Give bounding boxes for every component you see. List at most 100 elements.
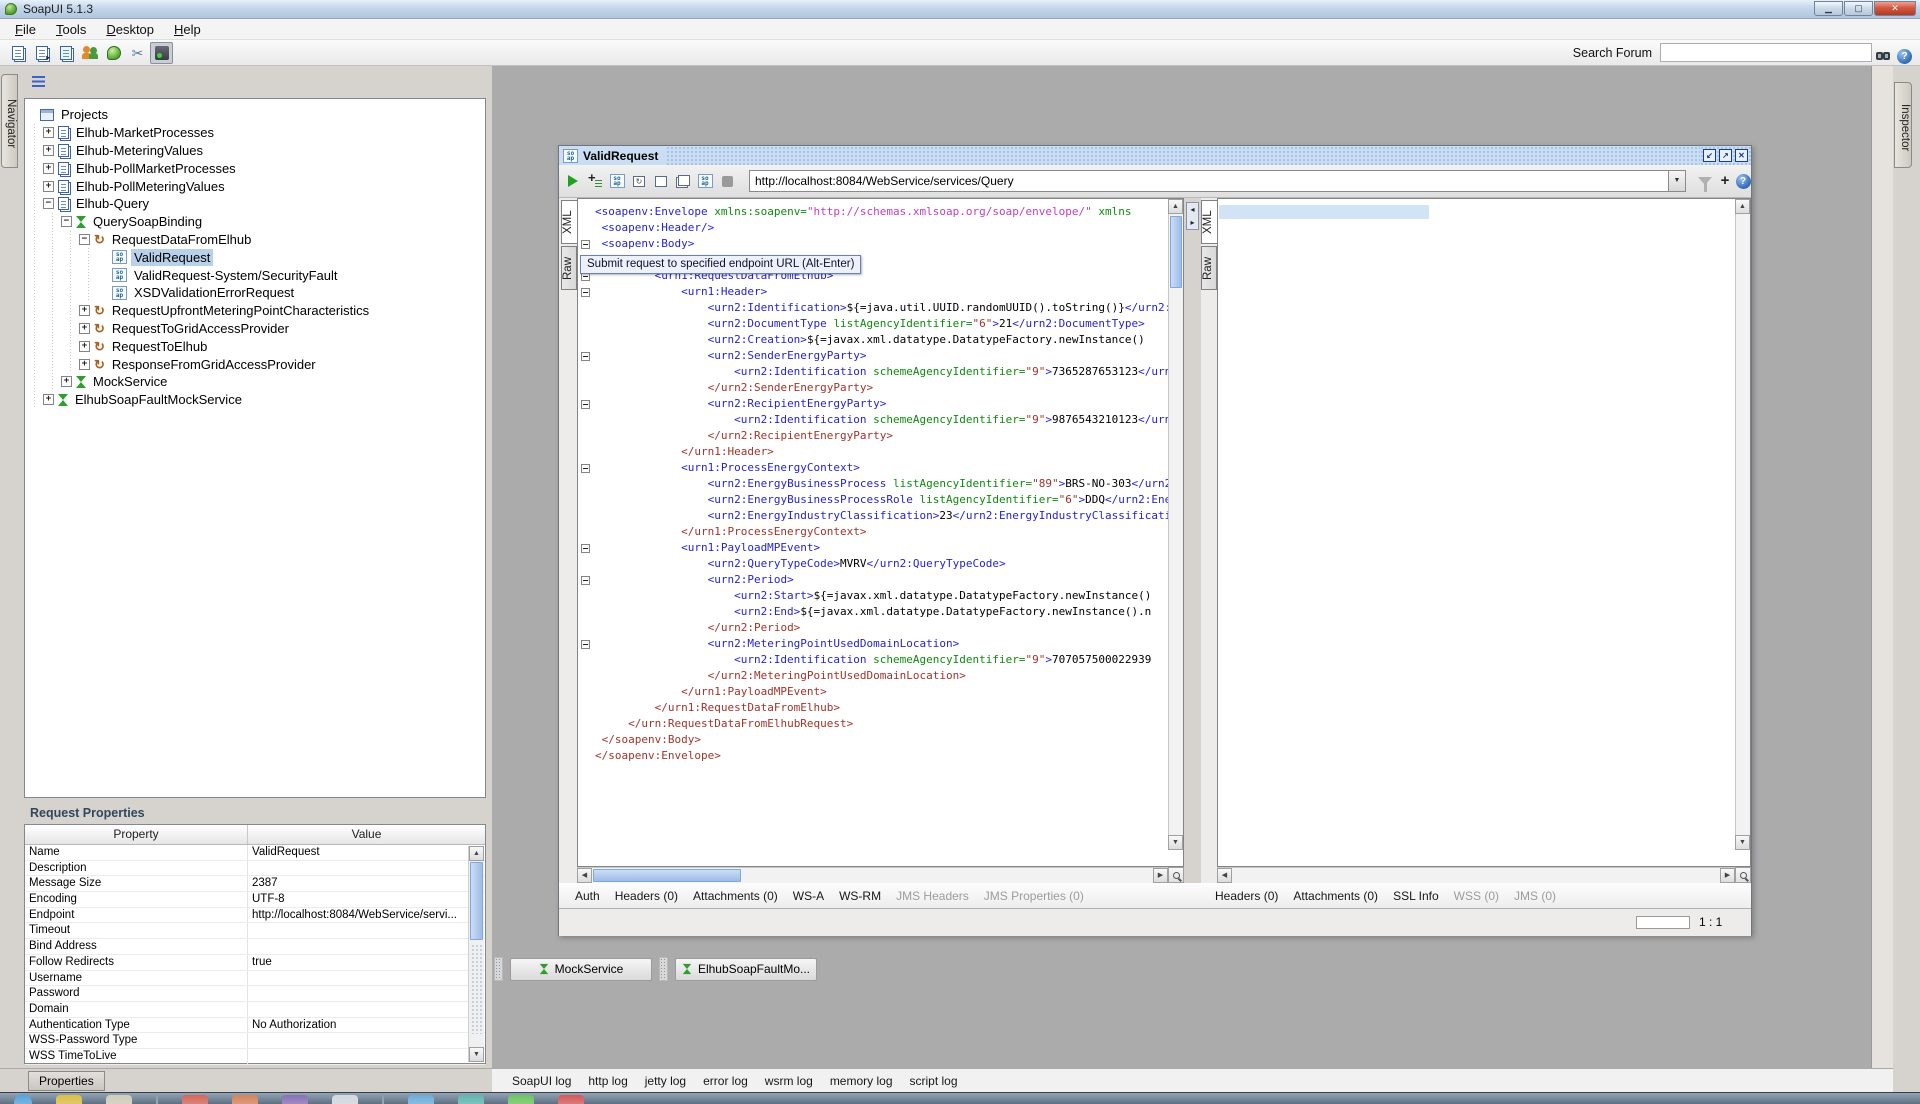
property-row[interactable]: NameValidRequest xyxy=(25,845,485,861)
new-soapui-project-button[interactable] xyxy=(6,42,29,64)
request-vertical-scrollbar[interactable]: ▲ ▼ xyxy=(1168,199,1183,850)
recreate-request-button[interactable] xyxy=(629,171,649,191)
property-value[interactable]: true xyxy=(248,955,485,970)
scroll-left-icon[interactable]: ◀ xyxy=(577,868,592,883)
property-value[interactable] xyxy=(248,971,485,986)
tree-expander[interactable]: + xyxy=(79,341,90,352)
search-forum-input[interactable] xyxy=(1660,43,1872,62)
fold-collapse-icon[interactable] xyxy=(581,640,590,649)
endpoint-dropdown-button[interactable]: ▼ xyxy=(1669,170,1686,192)
add-endpoint-button[interactable]: + xyxy=(1715,171,1735,191)
clone-request-button[interactable] xyxy=(673,171,693,191)
property-value[interactable]: No Authorization xyxy=(248,1018,485,1033)
request-xml-tab[interactable]: XML xyxy=(561,200,577,244)
tree-item[interactable]: +↻RequestToGridAccessProvider xyxy=(25,320,485,338)
inspector-drawer-tab[interactable]: Inspector xyxy=(1894,82,1912,168)
property-value[interactable]: UTF-8 xyxy=(248,892,485,907)
add-to-testcase-button[interactable] xyxy=(585,171,605,191)
scrollbar-track[interactable] xyxy=(471,944,482,1034)
property-row[interactable]: Follow Redirectstrue xyxy=(25,955,485,971)
create-request-button[interactable]: soap xyxy=(607,171,627,191)
property-value[interactable] xyxy=(248,939,485,954)
response-tab-ssl-info[interactable]: SSL Info xyxy=(1393,889,1439,903)
response-zoom-button[interactable] xyxy=(1735,867,1751,883)
search-button[interactable] xyxy=(1871,45,1894,67)
tree-item[interactable]: soapXSDValidationErrorRequest xyxy=(25,284,485,302)
endpoint-url-input[interactable]: http://localhost:8084/WebService/service… xyxy=(749,170,1669,192)
fold-collapse-icon[interactable] xyxy=(581,288,590,297)
request-horizontal-scrollbar[interactable]: ◀ ▶ xyxy=(577,867,1168,883)
property-row[interactable]: EncodingUTF-8 xyxy=(25,892,485,908)
menu-item-help[interactable]: Help xyxy=(165,20,210,39)
scroll-right-icon[interactable]: ▶ xyxy=(1153,868,1168,883)
scroll-up-icon[interactable]: ▲ xyxy=(1735,199,1750,214)
tree-item[interactable]: +ElhubSoapFaultMockService xyxy=(25,391,485,409)
float-window-icon[interactable]: ↗ xyxy=(1719,149,1732,162)
properties-scrollbar[interactable]: ▲ ▼ xyxy=(468,846,484,1062)
app-icon[interactable] xyxy=(332,1095,358,1104)
scroll-down-icon[interactable]: ▼ xyxy=(1168,835,1183,850)
help-button[interactable]: ? xyxy=(1893,45,1916,67)
request-help-button[interactable]: ? xyxy=(1733,171,1753,191)
window-drag-handle[interactable] xyxy=(494,957,503,981)
scroll-up-icon[interactable]: ▲ xyxy=(469,846,484,861)
tree-item[interactable]: soapValidRequest xyxy=(25,248,485,266)
menu-item-file[interactable]: File xyxy=(6,20,45,39)
app-icon[interactable] xyxy=(558,1095,584,1104)
tree-item[interactable]: soapValidRequest-System/SecurityFault xyxy=(25,266,485,284)
app-icon[interactable] xyxy=(56,1095,82,1104)
response-xml-editor[interactable]: ▲ ▼ xyxy=(1217,198,1751,867)
tree-expander[interactable]: + xyxy=(43,181,54,192)
maximize-button[interactable]: ▢ xyxy=(1844,1,1873,16)
property-row[interactable]: Message Size2387 xyxy=(25,876,485,892)
log-tab-wsrm[interactable]: wsrm log xyxy=(765,1074,813,1088)
property-value[interactable] xyxy=(248,861,485,876)
split-divider[interactable]: ◂▸ xyxy=(1184,198,1201,883)
request-xml-content[interactable]: <soapenv:Envelope xmlns:soapenv="http://… xyxy=(593,199,1168,866)
windows-taskbar[interactable] xyxy=(0,1092,1920,1104)
property-value[interactable] xyxy=(248,923,485,938)
forum-button[interactable] xyxy=(78,42,101,64)
filter-button[interactable] xyxy=(1695,171,1715,191)
fold-collapse-icon[interactable] xyxy=(581,544,590,553)
minimized-window-button[interactable]: MockService xyxy=(510,958,652,981)
scrollbar-thumb[interactable] xyxy=(1170,216,1182,288)
log-tab-script[interactable]: script log xyxy=(910,1074,958,1088)
tree-expander[interactable]: − xyxy=(79,234,90,245)
property-row[interactable]: Username xyxy=(25,971,485,987)
tree-item[interactable]: +Elhub-MeteringValues xyxy=(25,142,485,160)
applets-button[interactable]: ✂ xyxy=(126,42,149,64)
scroll-left-icon[interactable]: ◀ xyxy=(1217,868,1232,883)
scrollbar-thumb[interactable] xyxy=(593,869,741,882)
tree-item[interactable]: −Elhub-Query xyxy=(25,195,485,213)
property-row[interactable]: Authentication TypeNo Authorization xyxy=(25,1018,485,1034)
submit-request-button[interactable] xyxy=(563,171,583,191)
request-xml-editor[interactable]: <soapenv:Envelope xmlns:soapenv="http://… xyxy=(577,198,1184,867)
tree-expander[interactable]: − xyxy=(61,216,72,227)
scroll-down-icon[interactable]: ▼ xyxy=(1735,835,1750,850)
tree-item[interactable]: +↻RequestUpfrontMeteringPointCharacteris… xyxy=(25,302,485,320)
scroll-up-icon[interactable]: ▲ xyxy=(1168,199,1183,214)
response-vertical-scrollbar[interactable]: ▲ ▼ xyxy=(1735,199,1750,850)
response-raw-tab[interactable]: Raw xyxy=(1201,246,1217,290)
import-project-button[interactable] xyxy=(30,42,53,64)
app-icon[interactable] xyxy=(182,1095,208,1104)
property-row[interactable]: Bind Address xyxy=(25,939,485,955)
tree-item[interactable]: +MockService xyxy=(25,373,485,391)
request-zoom-button[interactable] xyxy=(1168,867,1184,883)
close-window-icon[interactable]: ✕ xyxy=(1735,149,1748,162)
tree-item[interactable]: −QuerySoapBinding xyxy=(25,213,485,231)
tree-item[interactable]: −↻RequestDataFromElhub xyxy=(25,231,485,249)
app-icon[interactable] xyxy=(458,1095,484,1104)
log-tab-error[interactable]: error log xyxy=(703,1074,748,1088)
save-all-projects-button[interactable] xyxy=(54,42,77,64)
log-tab-soapui[interactable]: SoapUI log xyxy=(512,1074,571,1088)
window-drag-handle[interactable] xyxy=(659,957,668,981)
properties-tab[interactable]: Properties xyxy=(28,1071,105,1091)
cancel-request-button[interactable] xyxy=(717,171,737,191)
property-value[interactable]: 2387 xyxy=(248,876,485,891)
app-icon[interactable] xyxy=(232,1095,258,1104)
property-value[interactable] xyxy=(248,1049,485,1064)
fold-collapse-icon[interactable] xyxy=(581,352,590,361)
request-tab-auth[interactable]: Auth xyxy=(575,889,600,903)
